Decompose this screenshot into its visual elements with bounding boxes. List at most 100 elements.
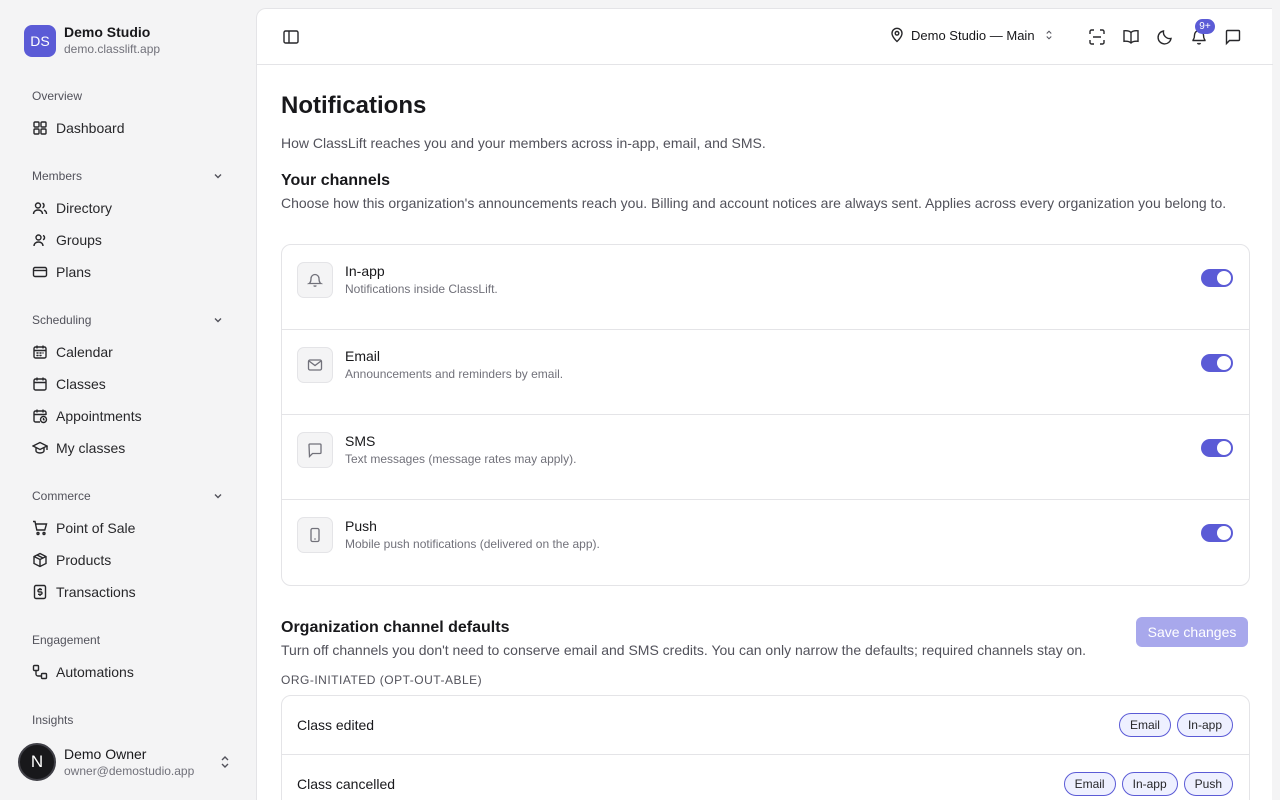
default-row-title: Class cancelled: [297, 776, 396, 792]
email-toggle[interactable]: [1201, 354, 1233, 372]
shopping-cart-icon: [32, 520, 48, 536]
message-square-icon[interactable]: [1223, 27, 1243, 47]
notification-badge: 9+: [1195, 19, 1215, 34]
sidebar-item-appointments[interactable]: Appointments: [24, 402, 232, 430]
chip-email[interactable]: Email: [1063, 772, 1116, 796]
credit-card-icon: [32, 264, 48, 280]
chip-push[interactable]: Push: [1183, 772, 1233, 796]
receipt-dollar-icon: [32, 584, 48, 600]
channel-description: Mobile push notifications (delivered on …: [345, 537, 600, 551]
toggle-knob: [1217, 356, 1231, 370]
nav-group-label: Overview: [32, 89, 83, 103]
chip-email[interactable]: Email: [1118, 713, 1171, 737]
sidebar-item-my-classes[interactable]: My classes: [24, 434, 232, 462]
sidebar-item-label: Transactions: [56, 584, 136, 600]
sidebar-toggle-icon[interactable]: [281, 27, 301, 47]
sms-toggle[interactable]: [1201, 439, 1233, 457]
calendar-days-icon: [32, 376, 48, 392]
sidebar-item-label: Automations: [56, 664, 134, 680]
defaults-card: Class edited Email In-app Class cancelle…: [281, 695, 1250, 800]
defaults-section-title: Organization channel defaults: [281, 619, 510, 636]
sidebar-item-label: Groups: [56, 232, 102, 248]
nav-group-engagement: Engagement: [32, 633, 224, 647]
sidebar-item-label: Point of Sale: [56, 520, 136, 536]
sidebar-item-label: My classes: [56, 440, 126, 456]
default-row-title: Class edited: [297, 717, 375, 733]
users-icon: [32, 200, 48, 216]
user-name: Demo Owner: [64, 745, 147, 762]
channel-title: Push: [345, 518, 377, 534]
mail-icon: [297, 347, 333, 383]
sidebar-item-label: Classes: [56, 376, 106, 392]
book-open-icon[interactable]: [1121, 27, 1141, 47]
sidebar-item-point-of-sale[interactable]: Point of Sale: [24, 514, 232, 542]
nav-group-label: Commerce: [32, 489, 91, 503]
sidebar-item-automations[interactable]: Automations: [24, 658, 232, 686]
sidebar-item-classes[interactable]: Classes: [24, 370, 232, 398]
user-menu[interactable]: N Demo Owner owner@demostudio.app: [18, 743, 238, 781]
sidebar: DS Demo Studio demo.classlift.app Overvi…: [0, 0, 256, 800]
page-title: Notifications: [281, 92, 427, 119]
channels-section-title: Your channels: [281, 172, 391, 189]
nav-group-label: Engagement: [32, 633, 101, 647]
channel-description: Notifications inside ClassLift.: [345, 282, 498, 296]
sidebar-item-label: Calendar: [56, 344, 113, 360]
sidebar-item-groups[interactable]: Groups: [24, 226, 232, 254]
channel-row-in-app: In-app Notifications inside ClassLift.: [282, 245, 1249, 330]
channel-description: Text messages (message rates may apply).: [345, 452, 577, 466]
in-app-toggle[interactable]: [1201, 269, 1233, 287]
channels-card: In-app Notifications inside ClassLift. E…: [281, 244, 1250, 586]
chevron-down-icon: [214, 318, 222, 323]
org-switcher[interactable]: DS Demo Studio demo.classlift.app: [24, 24, 160, 57]
channels-section-description: Choose how this organization's announcem…: [281, 195, 1227, 211]
sidebar-item-plans[interactable]: Plans: [24, 258, 232, 286]
nav-group-commerce[interactable]: Commerce: [32, 489, 224, 503]
org-name: Demo Studio: [64, 24, 151, 40]
moon-icon[interactable]: [1155, 27, 1175, 47]
push-toggle[interactable]: [1201, 524, 1233, 542]
org-initiated-label: ORG-INITIATED (OPT-OUT-ABLE): [281, 673, 483, 687]
calendar-icon: [32, 344, 48, 360]
map-pin-icon: [891, 27, 903, 43]
channel-row-email: Email Announcements and reminders by ema…: [282, 330, 1249, 415]
user-group-icon: [32, 232, 48, 248]
location-label: Demo Studio — Main: [911, 27, 1035, 43]
org-domain: demo.classlift.app: [64, 42, 161, 56]
channel-description: Announcements and reminders by email.: [345, 367, 564, 381]
workflow-icon: [32, 664, 48, 680]
default-row-class-edited: Class edited Email In-app: [282, 696, 1249, 755]
chevrons-up-down-icon: [221, 756, 229, 768]
chevron-down-icon: [214, 174, 222, 179]
default-row-class-cancelled: Class cancelled Email In-app Push: [282, 755, 1249, 800]
topbar: Demo Studio — Main 9+: [257, 9, 1273, 65]
bell-icon: [297, 262, 333, 298]
sidebar-item-calendar[interactable]: Calendar: [24, 338, 232, 366]
sidebar-item-dashboard[interactable]: Dashboard: [24, 114, 232, 142]
calendar-clock-icon: [32, 408, 48, 424]
chevron-down-icon: [214, 494, 222, 499]
sidebar-item-directory[interactable]: Directory: [24, 194, 232, 222]
graduation-cap-icon: [32, 440, 48, 456]
save-changes-button[interactable]: Save changes: [1136, 617, 1248, 647]
channel-title: Email: [345, 348, 381, 364]
chip-in-app[interactable]: In-app: [1176, 713, 1233, 737]
nav-group-overview: Overview: [32, 89, 224, 103]
page-subtitle: How ClassLift reaches you and your membe…: [281, 135, 766, 151]
nav-group-members[interactable]: Members: [32, 169, 224, 183]
sidebar-item-label: Directory: [56, 200, 113, 216]
user-email: owner@demostudio.app: [64, 763, 195, 778]
defaults-section-description: Turn off channels you don't need to cons…: [281, 642, 1087, 658]
nav-group-scheduling[interactable]: Scheduling: [32, 313, 224, 327]
channel-title: In-app: [345, 263, 385, 279]
sidebar-item-label: Dashboard: [56, 120, 125, 136]
main-panel: Demo Studio — Main 9+ Notifications How …: [256, 8, 1273, 800]
smartphone-icon: [297, 517, 333, 553]
scan-icon[interactable]: [1087, 27, 1107, 47]
channel-title: SMS: [345, 433, 376, 449]
sidebar-item-transactions[interactable]: Transactions: [24, 578, 232, 606]
nav-group-label: Scheduling: [32, 313, 92, 327]
sidebar-item-products[interactable]: Products: [24, 546, 232, 574]
sidebar-item-label: Appointments: [56, 408, 142, 424]
chip-in-app[interactable]: In-app: [1121, 772, 1178, 796]
location-switcher[interactable]: Demo Studio — Main: [889, 27, 1055, 43]
